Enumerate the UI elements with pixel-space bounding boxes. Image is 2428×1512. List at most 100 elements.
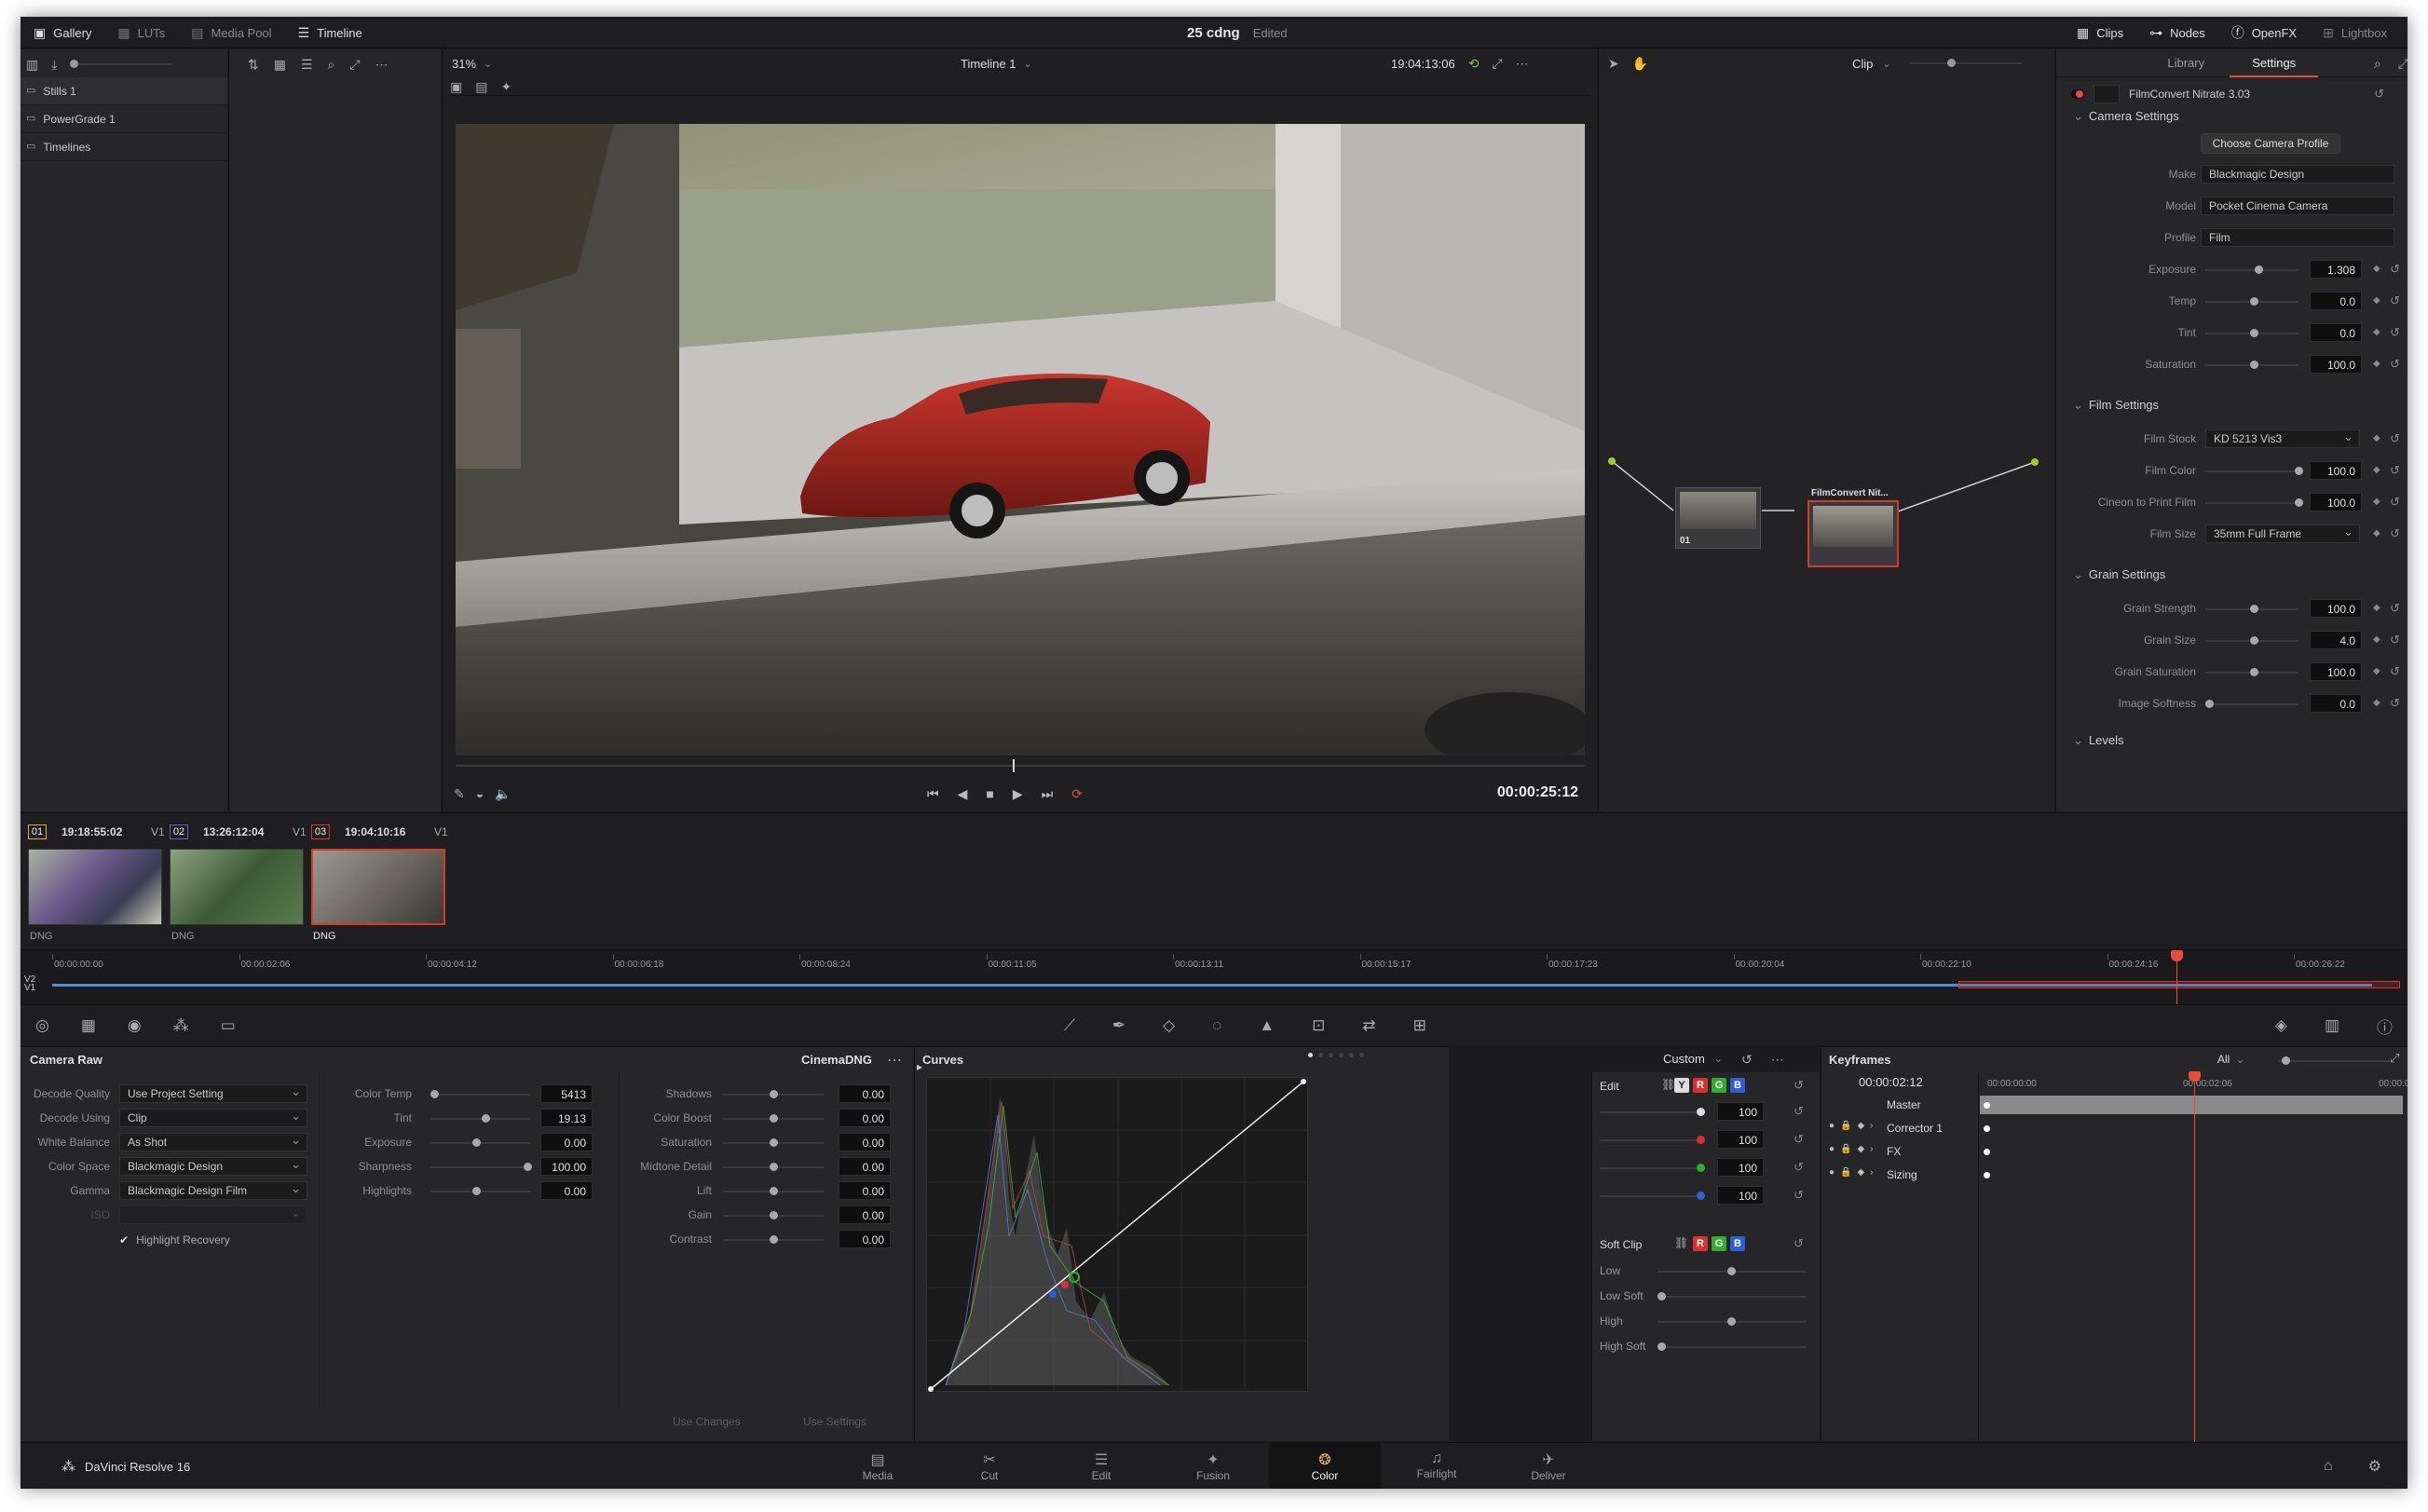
reset-icon[interactable]: ↺ — [2390, 431, 2400, 446]
page-media-button[interactable]: ▤ Media — [822, 1443, 934, 1489]
volume-icon[interactable]: 🔈 — [495, 787, 511, 800]
viewer-zoom[interactable]: 31% — [452, 57, 476, 71]
project-settings-icon[interactable]: ⚙ — [2368, 1457, 2381, 1476]
camera-make-field[interactable]: Blackmagic Design — [2201, 165, 2394, 184]
softclip-slider[interactable] — [1657, 1292, 1807, 1301]
gallery-item[interactable]: ▭ PowerGrade 1 — [20, 105, 227, 133]
keyframe-zoom-slider[interactable] — [2278, 1056, 2390, 1065]
slider-knob[interactable] — [2282, 1056, 2290, 1065]
qualifier-icon[interactable]: ✒ — [1112, 1016, 1125, 1035]
slider-knob[interactable] — [2250, 668, 2258, 676]
toolbar-lightbox-button[interactable]: ⊞ Lightbox — [2310, 17, 2400, 48]
channel-g-button[interactable]: G — [1712, 1078, 1726, 1093]
toolbar-media-pool-button[interactable]: ▤ Media Pool — [178, 17, 284, 48]
raw-dropdown[interactable]: Clip — [119, 1109, 307, 1127]
keyframe-icon[interactable]: ◆ — [2373, 264, 2380, 274]
raw-slider[interactable] — [723, 1211, 824, 1219]
slider-knob[interactable] — [770, 1211, 778, 1219]
keyframe-dot[interactable] — [1984, 1102, 1990, 1109]
softclip-slider[interactable] — [1657, 1342, 1807, 1351]
keyframe-icon[interactable]: ◆ — [2373, 465, 2380, 475]
slider-knob[interactable] — [2250, 605, 2258, 613]
camera-model-field[interactable]: Pocket Cinema Camera — [2201, 197, 2394, 215]
slider-knob[interactable] — [482, 1114, 490, 1123]
keyframe-icon[interactable]: ◆ — [2373, 433, 2380, 443]
param-slider[interactable] — [2205, 700, 2298, 708]
slider-knob[interactable] — [472, 1138, 481, 1147]
info-icon[interactable]: ⓘ — [2377, 1015, 2393, 1038]
window-icon[interactable]: ◇ — [1163, 1016, 1175, 1035]
slider-knob[interactable] — [2250, 329, 2258, 337]
slider-knob[interactable] — [770, 1187, 778, 1195]
sort-icon[interactable]: ⇅ — [248, 58, 259, 71]
keyframe-icon[interactable]: ◆ — [2373, 359, 2380, 369]
slider-knob[interactable] — [1697, 1164, 1705, 1172]
raw-slider[interactable] — [430, 1187, 531, 1195]
viewer-scrubber[interactable] — [456, 765, 1585, 767]
slider-knob[interactable] — [524, 1163, 532, 1171]
reset-icon[interactable]: ↺ — [2390, 357, 2400, 372]
reset-icon[interactable]: ↺ — [2390, 696, 2400, 711]
reset-icon[interactable]: ↺ — [2390, 633, 2400, 647]
reset-icon[interactable]: ↺ — [2390, 526, 2400, 541]
reset-icon[interactable]: ↺ — [2390, 262, 2400, 277]
more-icon[interactable]: ⋯ — [375, 58, 389, 71]
plugin-enable-toggle[interactable] — [2071, 89, 2084, 99]
slider-knob[interactable] — [1697, 1192, 1705, 1200]
channel-b-button[interactable]: B — [1730, 1078, 1745, 1093]
softclip-slider[interactable] — [1657, 1267, 1807, 1275]
param-slider[interactable] — [2205, 467, 2303, 475]
raw-value[interactable]: 19.13 — [540, 1109, 593, 1127]
link-icon[interactable]: ⛓ — [1661, 1078, 1675, 1091]
reset-icon[interactable]: ↺ — [1794, 1132, 1804, 1147]
page-edit-button[interactable]: ☰ Edit — [1045, 1443, 1157, 1489]
source-timecode[interactable]: 19:04:13:06 — [1391, 57, 1455, 71]
panel-toggle-icon[interactable]: ▥ — [26, 58, 38, 71]
slider-knob[interactable] — [770, 1114, 778, 1123]
param-value[interactable]: 4.0 — [2310, 631, 2362, 649]
raw-slider[interactable] — [723, 1187, 824, 1195]
slider-knob[interactable] — [770, 1090, 778, 1098]
toolbar-clips-button[interactable]: ▦ Clips — [2064, 17, 2136, 48]
raw-slider[interactable] — [723, 1114, 824, 1123]
keyframe-icon[interactable]: ◆ — [2373, 603, 2380, 613]
search-icon[interactable]: ⌕ — [328, 58, 335, 71]
gallery-item[interactable]: ▭ Timelines — [20, 133, 227, 161]
motion-effects-icon[interactable]: ▭ — [221, 1016, 236, 1035]
slider-knob[interactable] — [1657, 1292, 1666, 1301]
raw-dropdown[interactable]: Blackmagic Design — [119, 1157, 307, 1176]
param-value[interactable]: 100.0 — [2310, 599, 2362, 618]
viewer-options-icon[interactable]: ⋯ — [1516, 57, 1529, 70]
slider-knob[interactable] — [430, 1090, 439, 1098]
track-controls[interactable]: ●🔒◆› — [1829, 1167, 1879, 1178]
raw-dropdown[interactable]: As Shot — [119, 1133, 307, 1151]
track-controls[interactable]: ●🔒◆› — [1829, 1144, 1879, 1154]
keyframe-dot[interactable] — [1984, 1125, 1990, 1132]
raw-value[interactable]: 0.00 — [839, 1109, 891, 1127]
curves-palette-icon[interactable]: ⟋ — [1064, 1016, 1075, 1035]
inspector-search-icon[interactable]: ⌕ — [2374, 57, 2381, 70]
param-slider[interactable] — [2205, 329, 2298, 337]
key-icon[interactable]: ⊡ — [1312, 1016, 1325, 1035]
slider-knob[interactable] — [2295, 498, 2303, 507]
home-icon[interactable]: ⌂ — [2324, 1458, 2333, 1475]
toolbar-gallery-button[interactable]: ▣ Gallery — [20, 17, 104, 48]
selected-clip-range[interactable] — [1958, 981, 2400, 988]
page-fairlight-button[interactable]: ♫ Fairlight — [1381, 1443, 1493, 1489]
channel-intensity-slider[interactable] — [1600, 1192, 1705, 1200]
raw-value[interactable]: 0.00 — [540, 1181, 593, 1200]
reset-icon[interactable]: ↺ — [2390, 325, 2400, 340]
camera-profile-field[interactable]: Film — [2201, 228, 2394, 247]
keyframe-icon[interactable]: ◆ — [2373, 698, 2380, 708]
toolbar-timeline-button[interactable]: ☰ Timeline — [285, 17, 375, 48]
reset-icon[interactable]: ↺ — [2390, 664, 2400, 679]
param-slider[interactable] — [2205, 266, 2298, 274]
param-value[interactable]: 100.0 — [2310, 461, 2362, 480]
keyframe-icon[interactable]: ◆ — [2373, 295, 2380, 306]
raw-slider[interactable] — [723, 1235, 824, 1244]
param-value[interactable]: 0.0 — [2310, 292, 2362, 310]
raw-slider[interactable] — [430, 1138, 531, 1147]
tracker-icon[interactable]: ◌ — [1212, 1016, 1221, 1035]
blur-icon[interactable]: ▲ — [1259, 1016, 1275, 1035]
keyframes-filter[interactable]: All ⌄ — [2217, 1053, 2244, 1066]
